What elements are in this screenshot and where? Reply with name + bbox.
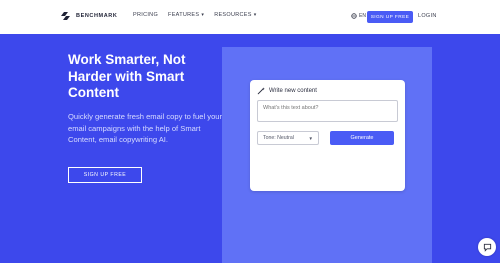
nav-features-label: FEATURES <box>168 12 200 18</box>
magic-wand-icon <box>257 87 265 95</box>
chevron-down-icon: ▾ <box>253 12 257 18</box>
topic-input[interactable] <box>257 100 398 122</box>
main-menu: PRICING FEATURES ▾ RESOURCES ▾ <box>133 12 257 18</box>
nav-resources[interactable]: RESOURCES ▾ <box>214 12 256 18</box>
login-link[interactable]: LOGIN <box>418 13 437 19</box>
language-selector[interactable]: EN <box>351 13 366 19</box>
language-label: EN <box>359 13 366 19</box>
nav-pricing[interactable]: PRICING <box>133 12 158 18</box>
hero-description: Quickly generate fresh email copy to fue… <box>68 112 223 145</box>
tone-select[interactable]: Tone: Neutral ▼ <box>257 131 319 145</box>
nav-pricing-label: PRICING <box>133 12 159 18</box>
smart-content-card: Write new content Tone: Neutral ▼ Genera… <box>250 80 405 191</box>
chat-widget-button[interactable] <box>478 238 496 256</box>
brand-name: BENCHMARK <box>76 13 118 19</box>
nav-features[interactable]: FEATURES ▾ <box>168 12 204 18</box>
signup-button[interactable]: SIGN UP FREE <box>367 11 413 23</box>
chevron-down-icon: ▾ <box>201 12 205 18</box>
generate-button[interactable]: Generate <box>330 131 394 145</box>
globe-icon <box>351 13 357 19</box>
brand-logo[interactable]: BENCHMARK <box>60 9 117 23</box>
hero-title: Work Smarter, Not Harder with Smart Cont… <box>68 52 186 100</box>
chat-bubble-icon <box>483 243 491 252</box>
tone-select-value: Tone: Neutral <box>263 135 294 141</box>
card-title: Write new content <box>269 88 317 94</box>
top-navbar: BENCHMARK PRICING FEATURES ▾ RESOURCES ▾ E… <box>0 0 500 34</box>
nav-resources-label: RESOURCES <box>214 12 252 18</box>
hero-signup-button[interactable]: SIGN UP FREE <box>68 167 142 183</box>
benchmark-logo-icon <box>61 12 70 20</box>
card-header: Write new content <box>257 87 317 95</box>
chevron-down-icon: ▼ <box>308 135 313 141</box>
